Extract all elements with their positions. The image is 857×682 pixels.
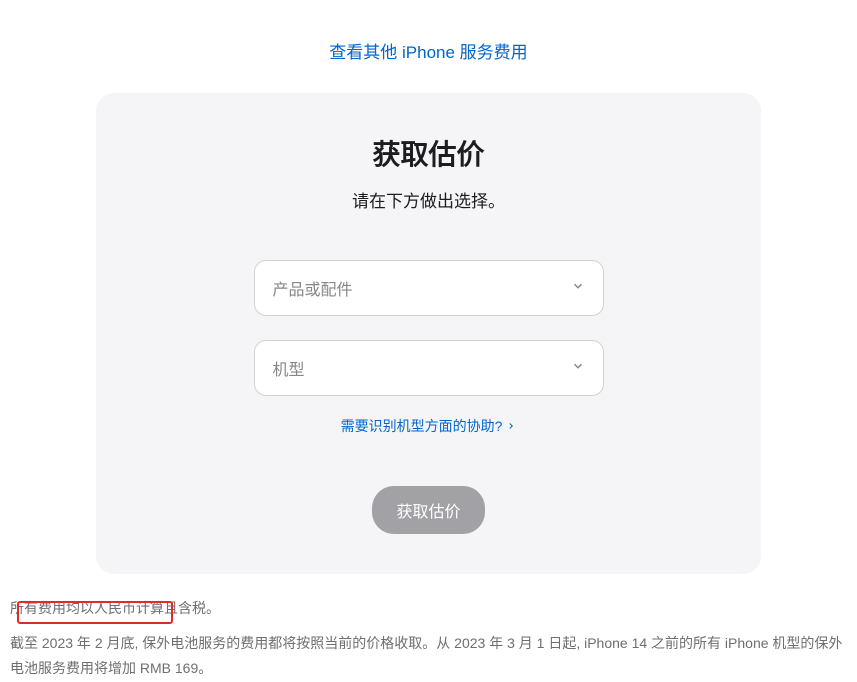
chevron-down-icon [571,279,585,298]
product-select[interactable]: 产品或配件 [254,260,604,316]
card-title: 获取估价 [146,133,711,173]
footer-notes: 所有费用均以人民币计算且含税。 截至 2023 年 2 月底, 保外电池服务的费… [0,574,857,682]
other-services-link[interactable]: 查看其他 iPhone 服务费用 [329,43,527,62]
product-select-wrap: 产品或配件 [254,260,604,316]
help-link-container: 需要识别机型方面的协助? [146,416,711,436]
top-link-container: 查看其他 iPhone 服务费用 [0,0,857,93]
model-select[interactable]: 机型 [254,340,604,396]
chevron-right-icon [506,418,516,434]
footer-line-2: 截至 2023 年 2 月底, 保外电池服务的费用都将按照当前的价格收取。从 2… [10,631,847,681]
model-select-wrap: 机型 [254,340,604,396]
product-select-placeholder: 产品或配件 [273,276,353,300]
model-select-placeholder: 机型 [273,356,305,380]
identify-model-help-link[interactable]: 需要识别机型方面的协助? [341,416,517,436]
footer-line-1: 所有费用均以人民币计算且含税。 [10,596,847,621]
get-estimate-button[interactable]: 获取估价 [372,486,484,534]
card-subtitle: 请在下方做出选择。 [146,187,711,212]
estimate-card: 获取估价 请在下方做出选择。 产品或配件 机型 需要识别机型方面的协助? 获取估… [96,93,761,574]
help-link-label: 需要识别机型方面的协助? [341,416,503,436]
chevron-down-icon [571,359,585,378]
